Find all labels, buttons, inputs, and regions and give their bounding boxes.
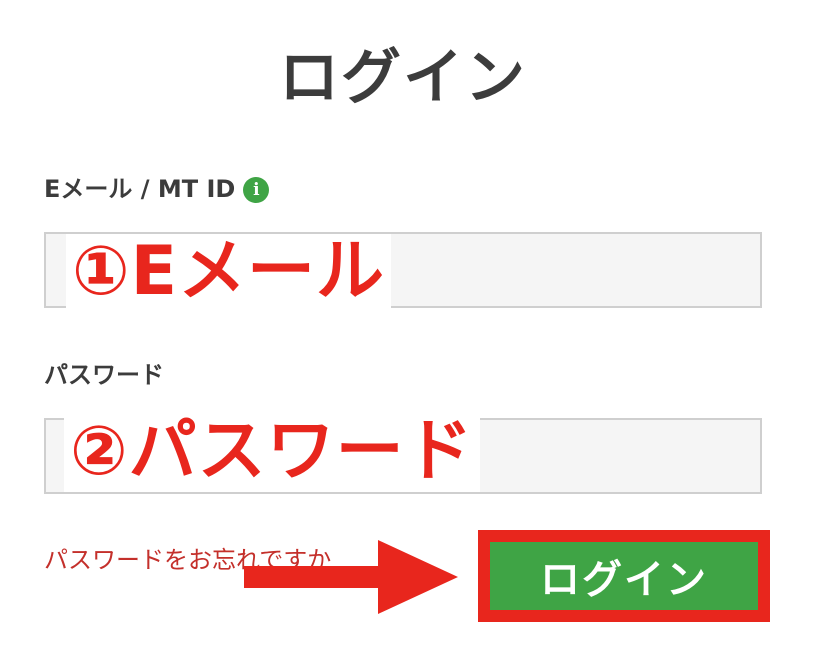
email-label-text: Eメール / MT ID xyxy=(44,175,236,203)
info-icon[interactable]: i xyxy=(243,177,270,203)
page-title: ログイン xyxy=(279,43,527,113)
password-annotation: ②パスワード xyxy=(64,414,480,492)
arrow-right-icon xyxy=(244,540,458,614)
email-annotation: ①Eメール xyxy=(66,234,392,310)
arrow-shaft xyxy=(244,566,384,588)
arrow-head xyxy=(378,540,458,614)
login-page: ログイン Eメール / MT ID i ①Eメール パスワード ②パスワード パス… xyxy=(0,0,826,662)
email-label: Eメール / MT ID i xyxy=(44,174,270,204)
login-button[interactable]: ログイン xyxy=(490,542,758,610)
password-label: パスワード xyxy=(44,361,164,389)
